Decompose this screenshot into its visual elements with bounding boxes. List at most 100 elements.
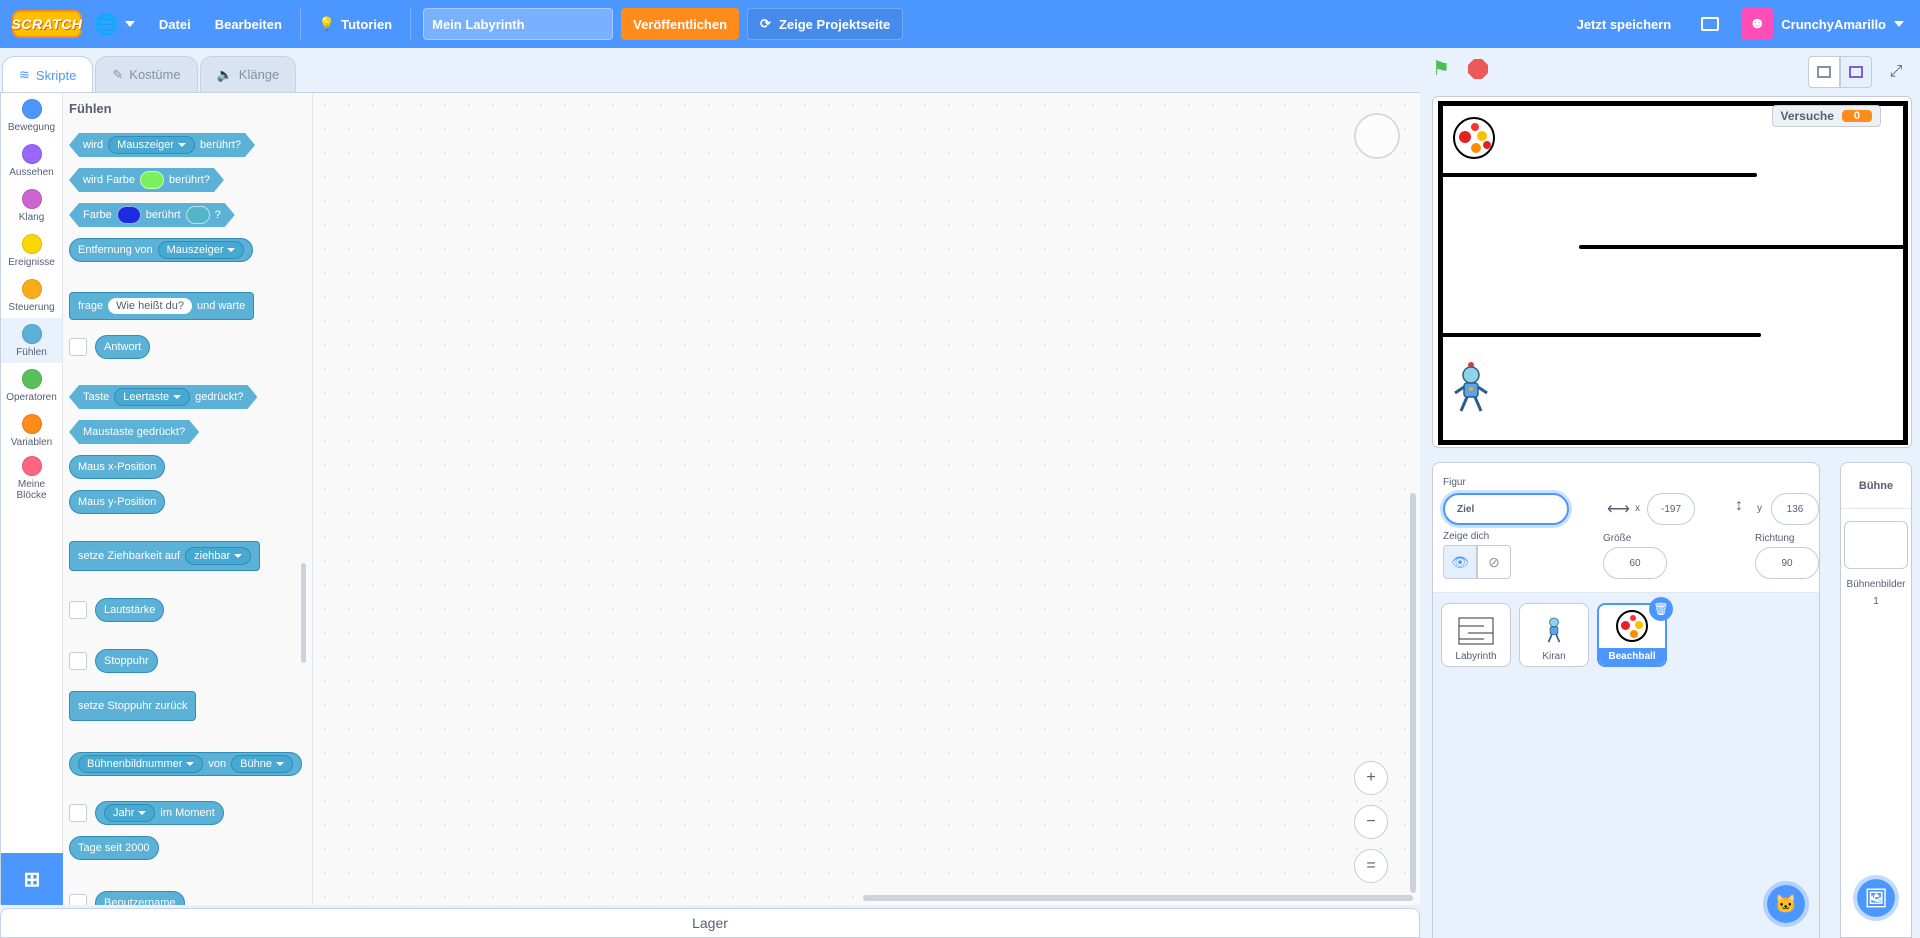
category-looks[interactable]: Aussehen — [1, 138, 62, 183]
beachball-sprite[interactable] — [1453, 117, 1495, 159]
publish-button[interactable]: Veröffentlichen — [621, 8, 740, 40]
add-extension-button[interactable]: ⊞ — [1, 853, 63, 905]
monitor-checkbox[interactable] — [69, 894, 87, 905]
category-control[interactable]: Steuerung — [1, 273, 62, 318]
block-touching-color[interactable]: wird Farbe berührt? — [69, 168, 224, 192]
category-events[interactable]: Ereignisse — [1, 228, 62, 273]
scratch-logo[interactable]: SCRATCH — [12, 10, 82, 38]
monitor-checkbox[interactable] — [69, 652, 87, 670]
see-project-page-button[interactable]: ⟳ Zeige Projektseite — [747, 8, 904, 40]
monitor-checkbox[interactable] — [69, 601, 87, 619]
block-distance-to[interactable]: Entfernung von Mauszeiger — [69, 238, 254, 262]
block-mouse-y[interactable]: Maus y-Position — [69, 490, 166, 514]
category-my-blocks[interactable]: Meine Blöcke — [1, 453, 62, 503]
zoom-reset-button[interactable]: = — [1354, 849, 1388, 883]
large-stage-button[interactable] — [1840, 56, 1872, 88]
save-now-button[interactable]: Jetzt speichern — [1561, 17, 1688, 32]
y-position-input[interactable]: 136 — [1771, 493, 1819, 525]
block-dropdown[interactable]: Leertaste — [114, 388, 190, 406]
block-dropdown[interactable]: Mauszeiger — [108, 136, 195, 154]
block-key-pressed[interactable]: Taste Leertaste gedrückt? — [69, 385, 257, 409]
avatar[interactable]: ☻ — [1741, 8, 1774, 40]
username[interactable]: CrunchyAmarillo — [1781, 17, 1886, 32]
block-dropdown[interactable]: Jahr — [104, 804, 156, 822]
edit-menu[interactable]: Bearbeiten — [203, 0, 294, 48]
workspace-horizontal-scrollbar[interactable] — [863, 895, 1413, 901]
script-workspace[interactable]: + − = — [313, 93, 1420, 905]
show-sprite-eye-icon[interactable]: 👁 — [1443, 545, 1477, 579]
block-set-drag-mode[interactable]: setze Ziehbarkeit auf ziehbar — [69, 541, 261, 571]
category-sensing[interactable]: Fühlen — [1, 318, 62, 363]
color-swatch[interactable] — [140, 171, 164, 189]
sprite-thumb-labyrinth[interactable]: Labyrinth — [1441, 603, 1511, 667]
color-swatch[interactable] — [186, 206, 210, 224]
tutorials-menu[interactable]: 💡 Tutorien — [307, 0, 404, 48]
vertical-arrows-icon: ↕ — [1735, 497, 1743, 514]
tab-sounds[interactable]: 🔈 Klänge — [199, 56, 297, 92]
zoom-in-button[interactable]: + — [1354, 761, 1388, 795]
category-sound[interactable]: Klang — [1, 183, 62, 228]
sprite-thumb-beachball[interactable]: Beachball 🗑 — [1597, 597, 1673, 667]
category-label: Operatoren — [6, 391, 57, 403]
block-touching[interactable]: wird Mauszeiger berührt? — [69, 133, 255, 157]
tab-costumes[interactable]: ✎ Kostüme — [95, 56, 198, 92]
block-ask-and-wait[interactable]: frage Wie heißt du? und warte — [69, 292, 255, 320]
block-timer[interactable]: Stoppuhr — [95, 649, 158, 673]
size-input[interactable]: 60 — [1603, 547, 1667, 579]
dropdown-value: Leertaste — [123, 391, 170, 403]
category-operators[interactable]: Operatoren — [1, 363, 62, 408]
palette-scrollbar[interactable] — [301, 563, 306, 663]
delete-sprite-trash-icon[interactable]: 🗑 — [1649, 597, 1673, 621]
color-swatch[interactable] — [117, 206, 141, 224]
kiran-sprite[interactable] — [1451, 359, 1491, 415]
labyrinth-thumbnail — [1458, 617, 1494, 645]
hide-sprite-eye-slash-icon[interactable]: ⊘ — [1477, 545, 1511, 579]
block-of[interactable]: Bühnenbildnummer von Bühne — [69, 752, 302, 776]
green-flag-icon[interactable]: ⚑ — [1432, 58, 1454, 80]
block-dropdown[interactable]: Mauszeiger — [157, 241, 245, 259]
fullscreen-button[interactable]: ⤢ — [1880, 56, 1912, 88]
block-text-field[interactable]: Wie heißt du? — [108, 298, 192, 314]
add-sprite-cat-icon[interactable]: 🐱 — [1763, 881, 1809, 927]
small-stage-button[interactable] — [1808, 56, 1840, 88]
category-dot-icon — [21, 368, 42, 389]
category-variables[interactable]: Variablen — [1, 408, 62, 453]
block-dropdown[interactable]: Bühne — [231, 755, 293, 773]
block-mouse-x[interactable]: Maus x-Position — [69, 455, 166, 479]
file-menu[interactable]: Datei — [147, 0, 203, 48]
block-answer[interactable]: Antwort — [95, 335, 151, 359]
monitor-checkbox[interactable] — [69, 338, 87, 356]
block-days-since-2000[interactable]: Tage seit 2000 — [69, 836, 159, 860]
workspace-vertical-scrollbar[interactable] — [1410, 493, 1416, 893]
folder-icon[interactable] — [1701, 17, 1720, 31]
block-text: Stoppuhr — [104, 655, 149, 667]
zoom-out-button[interactable]: − — [1354, 805, 1388, 839]
sprite-thumb-kiran[interactable]: Kiran — [1519, 603, 1589, 667]
block-loudness[interactable]: Lautstärke — [95, 598, 165, 622]
backdrop-thumbnail[interactable] — [1844, 521, 1908, 569]
block-reset-timer[interactable]: setze Stoppuhr zurück — [69, 691, 197, 721]
direction-input[interactable]: 90 — [1755, 547, 1819, 579]
add-backdrop-image-icon[interactable]: 🖼 — [1853, 875, 1899, 921]
brush-icon: ✎ — [112, 66, 124, 82]
backpack-bar[interactable]: Lager — [0, 908, 1420, 938]
language-menu[interactable]: 🌐 — [82, 0, 147, 48]
block-current[interactable]: Jahr im Moment — [95, 801, 224, 825]
monitor-value: 0 — [1841, 110, 1872, 122]
project-title-input[interactable]: Mein Labyrinth — [423, 8, 614, 40]
block-color-touching-color[interactable]: Farbe berührt ? — [69, 203, 235, 227]
category-motion[interactable]: Bewegung — [1, 93, 62, 138]
tab-scripts[interactable]: ≋ Skripte — [2, 56, 94, 93]
sprite-name-input[interactable]: Ziel — [1443, 493, 1569, 525]
x-position-input[interactable]: -197 — [1647, 493, 1695, 525]
stage-target-panel[interactable]: Bühne Bühnenbilder 1 🖼 — [1840, 462, 1912, 938]
block-dropdown[interactable]: Bühnenbildnummer — [78, 755, 204, 773]
monitor-checkbox[interactable] — [69, 804, 87, 822]
stage-canvas[interactable]: Versuche 0 — [1432, 96, 1912, 448]
variable-monitor[interactable]: Versuche 0 — [1771, 105, 1881, 127]
block-username[interactable]: Benutzername — [95, 891, 185, 905]
stop-icon[interactable] — [1468, 59, 1488, 79]
chevron-down-icon[interactable] — [1894, 21, 1904, 27]
block-mouse-down[interactable]: Maustaste gedrückt? — [69, 420, 199, 444]
block-dropdown[interactable]: ziehbar — [185, 547, 252, 565]
